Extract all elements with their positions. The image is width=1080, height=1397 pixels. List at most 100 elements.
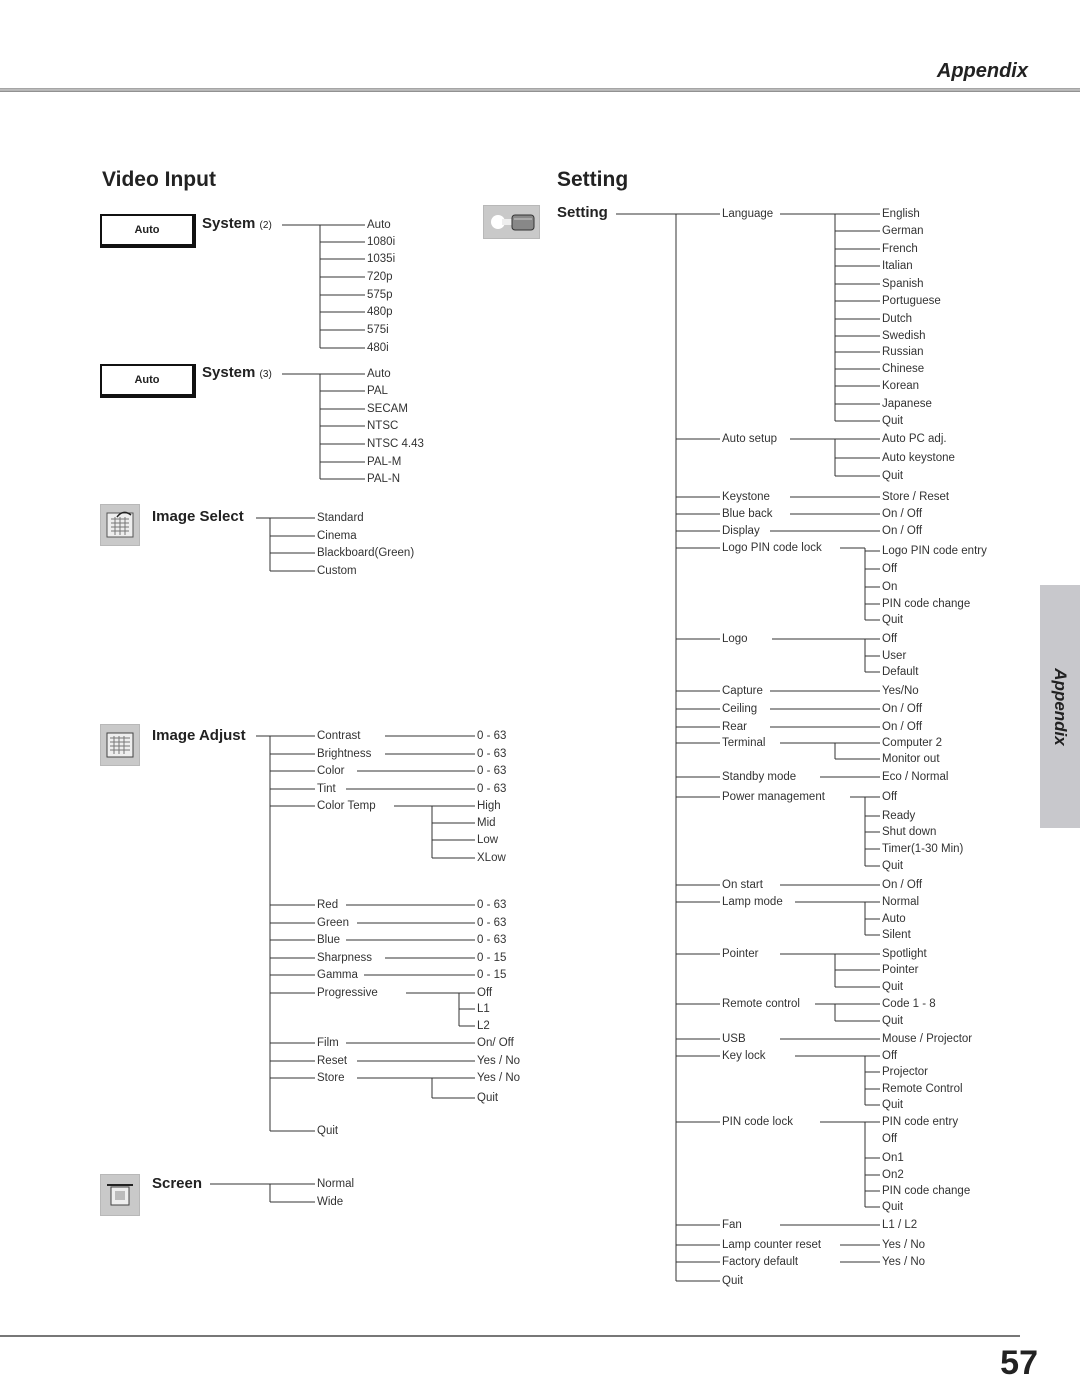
screen-label: Screen <box>152 1175 203 1192</box>
image-select-option: Custom <box>317 565 357 577</box>
setting-value: Silent <box>882 929 911 941</box>
setting-value: User <box>882 650 907 662</box>
setting-value: Auto PC adj. <box>882 433 947 445</box>
system2-label-text: System <box>202 215 256 232</box>
setting-value: Monitor out <box>882 753 940 765</box>
setting-value: Chinese <box>882 363 925 375</box>
setting-value: Yes/No <box>882 685 919 697</box>
setting-value: Off <box>882 791 898 803</box>
image-adjust-value: Yes / No <box>477 1072 521 1084</box>
setting-item: Fan <box>722 1219 742 1231</box>
image-adjust-item: Store <box>317 1072 345 1084</box>
setting-value: Default <box>882 666 919 678</box>
system2-option: 1035i <box>367 253 396 265</box>
setting-item: Key lock <box>722 1050 766 1062</box>
image-adjust-value: Low <box>477 834 499 846</box>
setting-value: Quit <box>882 415 904 427</box>
system2-option: Auto <box>367 219 391 231</box>
setting-value: Off <box>882 1133 898 1145</box>
image-adjust-value: XLow <box>477 852 506 864</box>
image-adjust-value: Mid <box>477 817 496 829</box>
image-adjust-item: Color Temp <box>317 800 376 812</box>
image-adjust-value: Off <box>477 987 493 999</box>
image-adjust-label: Image Adjust <box>152 727 246 744</box>
setting-value: Dutch <box>882 313 913 325</box>
setting-value: Swedish <box>882 330 926 342</box>
screen-option: Wide <box>317 1196 344 1208</box>
setting-value: Quit <box>882 1201 904 1213</box>
system3-label: System (3) <box>202 364 272 381</box>
setting-item: Standby mode <box>722 771 797 783</box>
image-adjust-value: 0 - 15 <box>477 969 507 981</box>
image-adjust-icon <box>100 724 140 766</box>
setting-value: Quit <box>882 614 904 626</box>
setting-label: Setting <box>557 204 608 221</box>
image-adjust-value: High <box>477 800 501 812</box>
image-adjust-value: 0 - 63 <box>477 730 507 742</box>
image-adjust-value: 0 - 63 <box>477 899 507 911</box>
setting-value: PIN code change <box>882 598 971 610</box>
system3-option: NTSC 4.43 <box>367 438 424 450</box>
setting-value: Ready <box>882 810 916 822</box>
system3-option: PAL-N <box>367 473 401 485</box>
setting-item: PIN code lock <box>722 1116 793 1128</box>
image-select-option: Blackboard(Green) <box>317 547 415 559</box>
setting-value: Projector <box>882 1066 929 1078</box>
page-number: 57 <box>1000 1344 1038 1382</box>
image-adjust-item: Tint <box>317 783 336 795</box>
setting-value: Off <box>882 1050 898 1062</box>
setting-value: German <box>882 225 924 237</box>
setting-value: Timer(1-30 Min) <box>882 843 964 855</box>
image-adjust-value: 0 - 15 <box>477 952 507 964</box>
setting-item: Remote control <box>722 998 800 1010</box>
setting-value: Quit <box>882 860 904 872</box>
image-adjust-item: Film <box>317 1037 339 1049</box>
image-adjust-item: Green <box>317 917 349 929</box>
image-adjust-item: Reset <box>317 1055 348 1067</box>
side-tab-label: Appendix <box>1051 667 1070 746</box>
setting-value: French <box>882 243 918 255</box>
setting-item: Logo <box>722 633 748 645</box>
image-adjust-value: On/ Off <box>477 1037 514 1049</box>
setting-value: On / Off <box>882 525 923 537</box>
setting-value: Quit <box>882 470 904 482</box>
setting-item: Auto setup <box>722 433 777 445</box>
setting-item: Power management <box>722 791 825 803</box>
system2-option: 480i <box>367 342 389 354</box>
setting-item: Blue back <box>722 508 773 520</box>
image-adjust-item: Gamma <box>317 969 358 981</box>
setting-value: Auto <box>882 913 906 925</box>
setting-value: Quit <box>882 1015 904 1027</box>
setting-item: Keystone <box>722 491 770 503</box>
system2-option: 575i <box>367 324 389 336</box>
system3-auto-box: Auto <box>100 364 196 398</box>
setting-item: On start <box>722 879 763 891</box>
image-select-label: Image Select <box>152 508 244 525</box>
setting-value: Quit <box>882 981 904 993</box>
setting-item: Pointer <box>722 948 759 960</box>
setting-icon <box>483 205 540 239</box>
setting-value: Store / Reset <box>882 491 950 503</box>
setting-value: Normal <box>882 896 920 908</box>
system2-option: 720p <box>367 271 393 283</box>
setting-value: On / Off <box>882 703 923 715</box>
setting-value: Computer 2 <box>882 737 943 749</box>
setting-value: Auto keystone <box>882 452 955 464</box>
setting-item: Language <box>722 208 774 220</box>
image-adjust-item: Contrast <box>317 730 361 742</box>
system3-option: PAL-M <box>367 456 402 468</box>
setting-value: Yes / No <box>882 1256 926 1268</box>
image-adjust-item: Color <box>317 765 345 777</box>
image-adjust-item: Blue <box>317 934 341 946</box>
image-adjust-item: Sharpness <box>317 952 372 964</box>
setting-value: On / Off <box>882 879 923 891</box>
setting-value: Russian <box>882 346 924 358</box>
image-adjust-item: Quit <box>317 1125 339 1137</box>
setting-value: On2 <box>882 1169 904 1181</box>
setting-item: Terminal <box>722 737 766 749</box>
appendix-side-tab[interactable]: Appendix <box>1040 585 1080 828</box>
setting-value: Quit <box>882 1099 904 1111</box>
setting-value: Remote Control <box>882 1083 963 1095</box>
system3-label-text: System <box>202 364 256 381</box>
footer-rule <box>0 1335 1020 1337</box>
